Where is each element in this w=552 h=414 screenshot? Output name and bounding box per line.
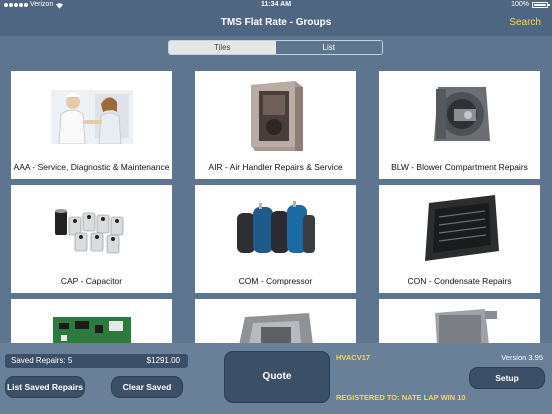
battery-icon <box>532 2 550 8</box>
version-label: Version 3.95 <box>501 353 543 362</box>
group-tile-electrical[interactable] <box>379 299 540 343</box>
setup-button[interactable]: Setup <box>469 367 545 389</box>
tab-list[interactable]: List <box>275 41 382 54</box>
quote-button[interactable]: Quote <box>224 351 330 403</box>
product-code: HVACV17 <box>336 353 371 362</box>
saved-repairs-count: Saved Repairs: 5 <box>11 356 73 365</box>
group-tile-board[interactable] <box>11 299 172 343</box>
tile-label: CAP - Capacitor <box>60 276 123 286</box>
battery-area: 100% <box>511 0 550 10</box>
tile-label: AIR - Air Handler Repairs & Service <box>208 162 343 172</box>
group-tile-duct[interactable] <box>195 299 356 343</box>
status-time: 11:34 AM <box>260 1 292 8</box>
navigation-bar: TMS Flat Rate - Groups Search <box>0 10 552 36</box>
list-saved-repairs-button[interactable]: List Saved Repairs <box>5 376 85 398</box>
group-tile-com[interactable]: COM - Compressor <box>195 185 356 293</box>
tile-label: COM - Compressor <box>238 276 313 286</box>
group-tile-blw[interactable]: BLW - Blower Compartment Repairs <box>379 71 540 179</box>
page-title: TMS Flat Rate - Groups <box>220 17 332 28</box>
capacitors-photo-icon <box>55 209 124 254</box>
drain-pan-photo-icon <box>425 195 499 261</box>
tile-label: BLW - Blower Compartment Repairs <box>391 162 528 172</box>
view-segmented-control: Tiles List <box>168 40 383 55</box>
tile-label: CON - Condensate Repairs <box>407 276 512 286</box>
group-tile-cap[interactable]: CAP - Capacitor <box>11 185 172 293</box>
status-bar: Verizon 11:34 AM 100% <box>0 0 552 10</box>
tab-tiles[interactable]: Tiles <box>169 41 276 54</box>
electrical-box-photo-icon <box>435 309 497 343</box>
registered-to-label: REGISTERED TO: NATE LAP WIN 10 <box>336 393 466 402</box>
duct-photo-icon <box>239 313 313 343</box>
clear-saved-button[interactable]: Clear Saved <box>111 376 183 398</box>
group-tile-con[interactable]: CON - Condensate Repairs <box>379 185 540 293</box>
search-button[interactable]: Search <box>509 17 541 28</box>
compressors-photo-icon <box>237 201 315 253</box>
handshake-photo-icon <box>51 90 133 144</box>
circuit-board-photo-icon <box>53 317 131 343</box>
group-tile-air[interactable]: AIR - Air Handler Repairs & Service <box>195 71 356 179</box>
saved-repairs-total: $1291.00 <box>146 356 180 365</box>
blower-photo-icon <box>434 87 490 141</box>
battery-percent: 100% <box>511 1 529 8</box>
saved-repairs-summary: Saved Repairs: 5 $1291.00 <box>5 354 188 368</box>
group-tile-aaa[interactable]: AAA - Service, Diagnostic & Maintenance <box>11 71 172 179</box>
air-handler-photo-icon <box>251 81 303 151</box>
tile-label: AAA - Service, Diagnostic & Maintenance <box>13 162 170 172</box>
